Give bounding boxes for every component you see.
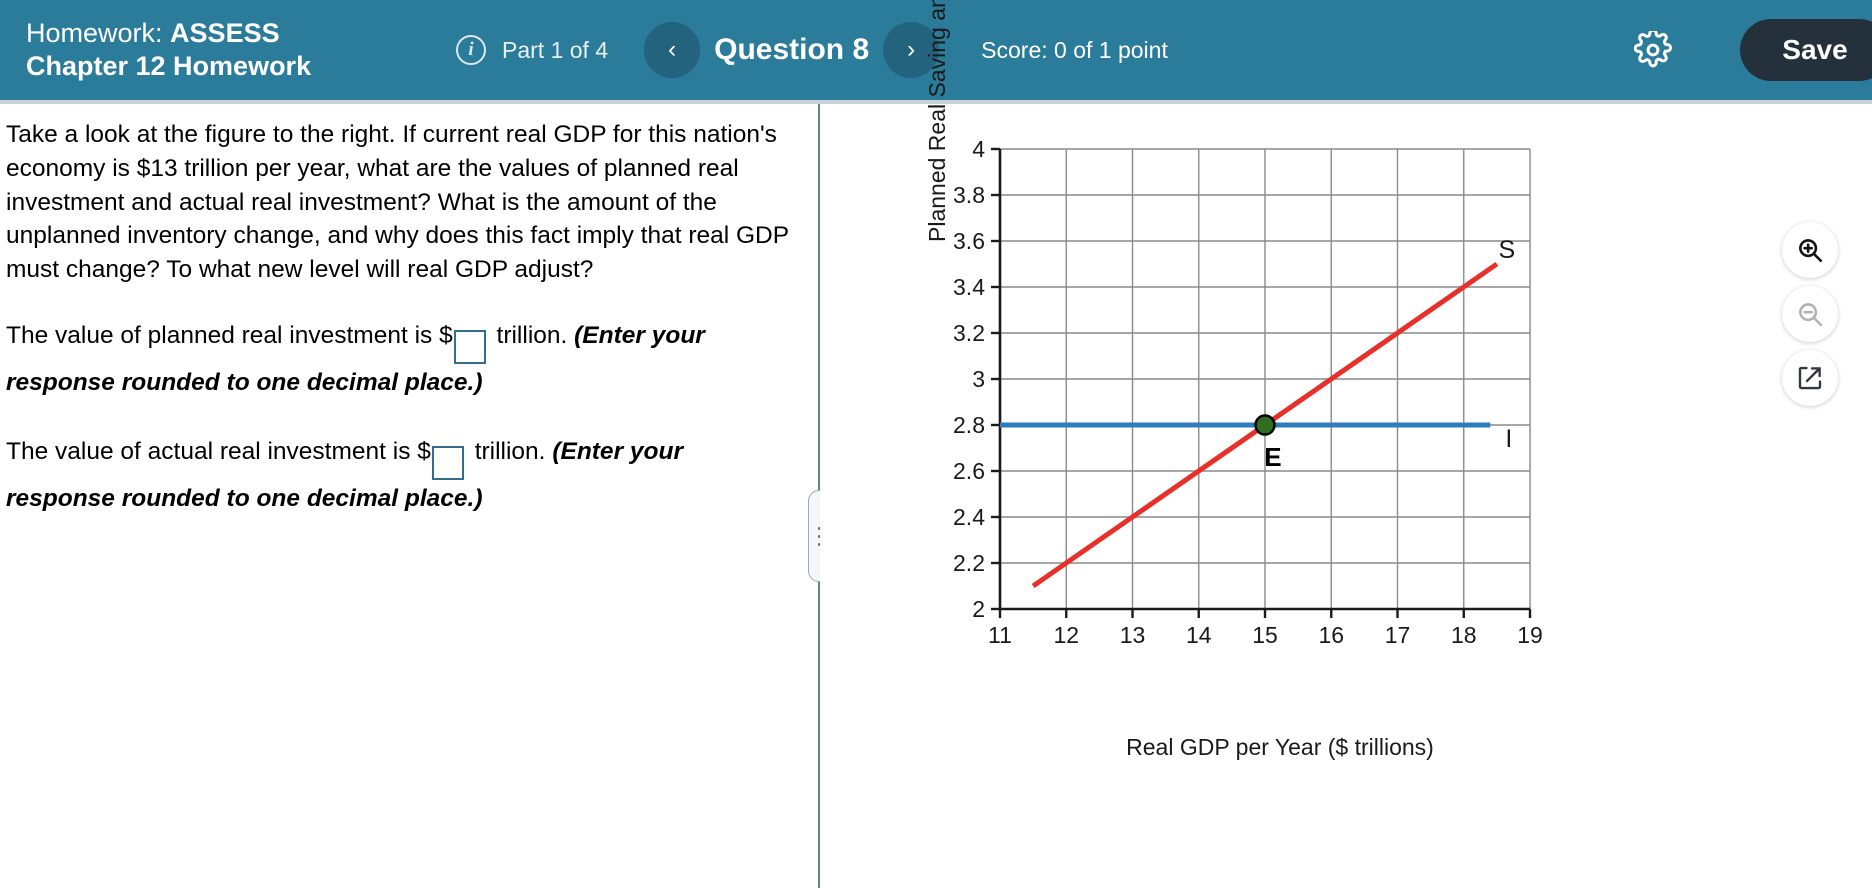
y-tick-label: 2.8 bbox=[953, 412, 985, 438]
y-tick-label: 2.6 bbox=[953, 458, 985, 484]
x-tick-label: 13 bbox=[1120, 622, 1146, 648]
x-tick-label: 19 bbox=[1517, 622, 1543, 648]
y-tick-label: 3 bbox=[972, 366, 985, 392]
chart-plot: 2 2.2 2.4 2.6 2.8 3 3.2 3.4 3.6 3.8 4 11 12 13 14 15 16 1… bbox=[953, 136, 1543, 648]
answer-line-actual-investment: The value of actual real investment is $… bbox=[6, 433, 794, 519]
homework-title: Homework: ASSESS Chapter 12 Homework bbox=[26, 17, 446, 83]
x-tick-label: 16 bbox=[1318, 622, 1344, 648]
previous-question-button[interactable]: ‹ bbox=[644, 22, 701, 78]
y-tick-label: 2.4 bbox=[953, 504, 985, 530]
question-label: Question 8 bbox=[714, 33, 870, 66]
y-tick-label: 2.2 bbox=[953, 550, 985, 576]
answer-prefix-planned: The value of planned real investment is … bbox=[6, 321, 453, 349]
answer-prefix-actual: The value of actual real investment is $ bbox=[6, 437, 431, 465]
x-tick-label: 18 bbox=[1451, 622, 1477, 648]
x-tick-label: 15 bbox=[1252, 622, 1278, 648]
save-button[interactable]: Save bbox=[1740, 19, 1872, 81]
point-label-E: E bbox=[1264, 442, 1281, 472]
y-tick-label: 3.8 bbox=[953, 182, 985, 208]
zoom-in-icon[interactable] bbox=[1782, 222, 1838, 278]
x-tick-label: 14 bbox=[1186, 622, 1212, 648]
header-right-group: Save bbox=[1626, 0, 1872, 100]
chart: Planned Real Saving and Investment/Year … bbox=[820, 0, 1780, 760]
assess-label: ASSESS bbox=[170, 18, 280, 49]
y-tick-label: 3.2 bbox=[953, 320, 985, 346]
question-navigator: ‹ Question 8 › bbox=[644, 22, 940, 78]
y-tick-label: 2 bbox=[972, 596, 985, 622]
equilibrium-point-E bbox=[1254, 414, 1276, 436]
series-label-S: S bbox=[1498, 236, 1515, 264]
score-label: Score: 0 of 1 point bbox=[981, 36, 1168, 63]
question-pane: Take a look at the figure to the right. … bbox=[0, 104, 818, 888]
part-label: Part 1 of 4 bbox=[502, 36, 609, 63]
course-title: Chapter 12 Homework bbox=[26, 51, 312, 81]
chart-x-axis-label: Real GDP per Year ($ trillions) bbox=[1126, 734, 1434, 760]
figure-pane: Planned Real Saving and Investment/Year … bbox=[820, 0, 1872, 888]
popout-icon[interactable] bbox=[1782, 350, 1838, 406]
answer-suffix-actual: trillion. bbox=[467, 437, 546, 465]
gear-icon[interactable] bbox=[1626, 23, 1680, 77]
info-icon[interactable]: i bbox=[456, 35, 486, 65]
series-label-I: I bbox=[1505, 425, 1512, 453]
actual-investment-input[interactable] bbox=[431, 446, 464, 481]
part-indicator: i Part 1 of 4 bbox=[456, 35, 608, 65]
answer-line-planned-investment: The value of planned real investment is … bbox=[6, 317, 794, 403]
x-tick-label: 11 bbox=[988, 622, 1012, 648]
answer-suffix-planned: trillion. bbox=[489, 321, 568, 349]
y-tick-label: 3.4 bbox=[953, 274, 985, 300]
y-tick-label: 3.6 bbox=[953, 228, 985, 254]
figure-toolbar bbox=[1782, 222, 1838, 406]
zoom-out-icon[interactable] bbox=[1782, 286, 1838, 342]
x-tick-label: 17 bbox=[1385, 622, 1411, 648]
homework-label: Homework: bbox=[26, 18, 163, 49]
question-body: Take a look at the figure to the right. … bbox=[6, 121, 789, 284]
planned-investment-input[interactable] bbox=[453, 330, 486, 365]
x-tick-label: 12 bbox=[1053, 622, 1079, 648]
homework-title-line-1: Homework: ASSESS bbox=[26, 17, 446, 50]
y-tick-label: 4 bbox=[972, 136, 985, 162]
